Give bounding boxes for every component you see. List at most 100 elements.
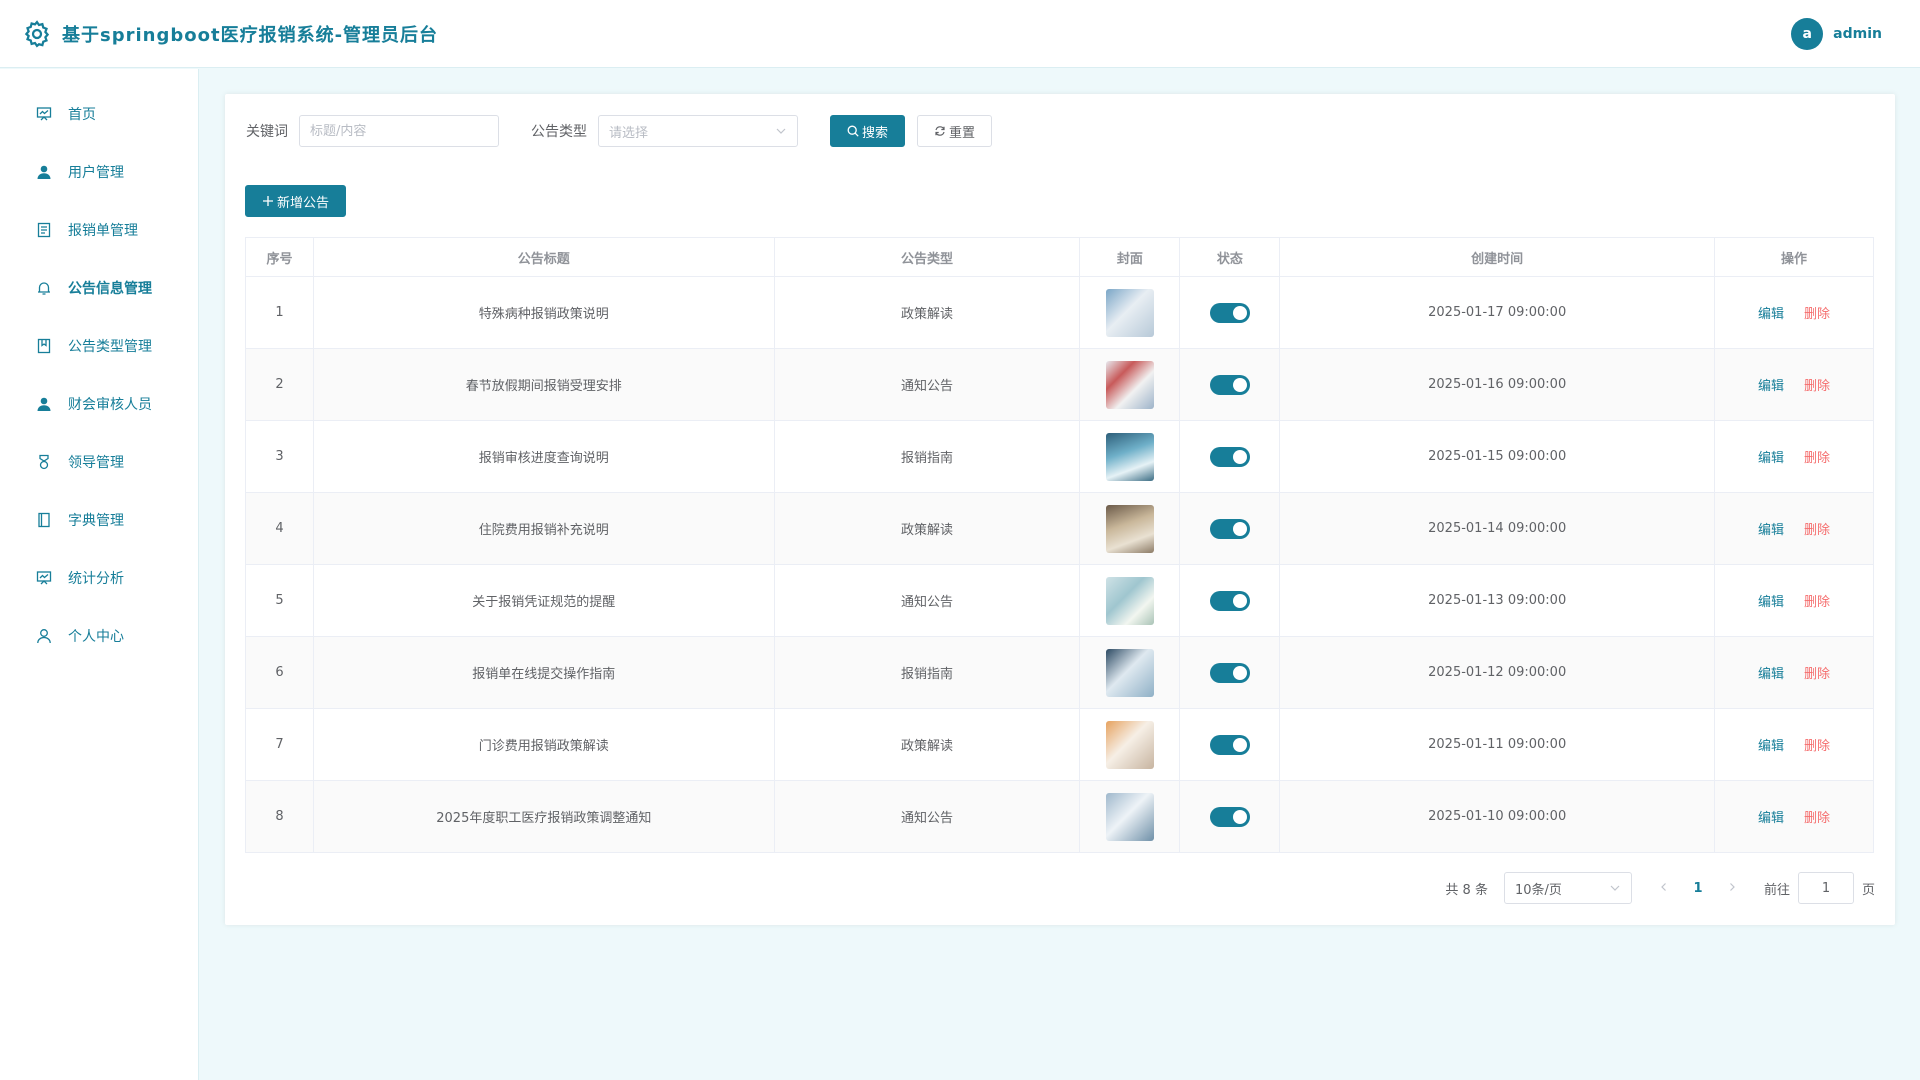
row-type: 通知公告 [773, 780, 1081, 853]
keyword-label: 关键词 [246, 124, 288, 140]
row-status-cell [1179, 780, 1281, 853]
cover-thumbnail[interactable] [1105, 720, 1154, 769]
add-button-label: 新增公告 [277, 195, 330, 211]
next-page-button[interactable] [1720, 881, 1744, 896]
type-select[interactable]: 请选择 [598, 115, 798, 147]
col-header-index: 序号 [245, 237, 314, 277]
cover-thumbnail[interactable] [1105, 360, 1154, 409]
delete-button[interactable]: 删除 [1804, 523, 1830, 538]
status-toggle[interactable] [1209, 806, 1250, 827]
refresh-icon [934, 125, 946, 137]
cover-thumbnail[interactable] [1105, 432, 1154, 481]
table-row: 1 特殊病种报销政策说明 政策解读 2025-01-17 09:00:00 编辑 删除 [245, 276, 1874, 349]
row-index: 2 [245, 348, 314, 421]
edit-button[interactable]: 编辑 [1758, 595, 1784, 610]
sidebar-item-home[interactable]: 首页 [0, 85, 198, 143]
sidebar-item-dictionary[interactable]: 字典管理 [0, 491, 198, 549]
sidebar-item-label: 报销单管理 [68, 223, 138, 239]
user-icon [36, 396, 52, 412]
status-toggle[interactable] [1209, 590, 1250, 611]
sidebar-item-statistics[interactable]: 统计分析 [0, 549, 198, 607]
row-cover-cell [1079, 492, 1181, 565]
goto-page-input[interactable] [1797, 872, 1854, 904]
status-toggle[interactable] [1209, 662, 1250, 683]
row-actions: 编辑 删除 [1714, 636, 1874, 709]
table-row: 2 春节放假期间报销受理安排 通知公告 2025-01-16 09:00:00 编辑 删除 [245, 348, 1874, 421]
user-menu[interactable]: a admin [1791, 18, 1882, 50]
chevron-right-icon [1730, 882, 1735, 891]
row-cover-cell [1079, 348, 1181, 421]
sidebar-item-profile[interactable]: 个人中心 [0, 607, 198, 665]
sidebar-item-announcements[interactable]: 公告信息管理 [0, 259, 198, 317]
delete-button[interactable]: 删除 [1804, 811, 1830, 826]
row-created: 2025-01-17 09:00:00 [1279, 276, 1716, 349]
row-cover-cell [1079, 780, 1181, 853]
edit-button[interactable]: 编辑 [1758, 379, 1784, 394]
reset-button[interactable]: 重置 [917, 115, 993, 147]
col-header-title: 公告标题 [312, 237, 775, 277]
row-created: 2025-01-10 09:00:00 [1279, 780, 1716, 853]
row-type: 通知公告 [773, 564, 1081, 637]
delete-button[interactable]: 删除 [1804, 379, 1830, 394]
search-button[interactable]: 搜索 [830, 115, 906, 147]
page-size-select[interactable]: 10条/页 [1503, 872, 1632, 904]
status-toggle[interactable] [1209, 734, 1250, 755]
status-toggle[interactable] [1209, 446, 1250, 467]
sidebar-item-announcement-types[interactable]: 公告类型管理 [0, 317, 198, 375]
delete-button[interactable]: 删除 [1804, 667, 1830, 682]
row-status-cell [1179, 564, 1281, 637]
search-icon [847, 125, 859, 137]
page-size-value: 10条/页 [1514, 882, 1562, 898]
edit-button[interactable]: 编辑 [1758, 523, 1784, 538]
add-announcement-button[interactable]: 新增公告 [245, 185, 347, 217]
avatar[interactable]: a [1791, 18, 1824, 50]
row-type: 报销指南 [773, 420, 1081, 493]
chevron-left-icon [1661, 882, 1666, 891]
user-name[interactable]: admin [1833, 26, 1882, 42]
row-title: 住院费用报销补充说明 [312, 492, 775, 565]
cover-thumbnail[interactable] [1105, 792, 1154, 841]
sidebar-item-users[interactable]: 用户管理 [0, 143, 198, 201]
status-toggle[interactable] [1209, 518, 1250, 539]
gear-icon[interactable] [22, 19, 52, 49]
table-row: 5 关于报销凭证规范的提醒 通知公告 2025-01-13 09:00:00 编辑 删除 [245, 564, 1874, 637]
search-button-label: 搜索 [862, 125, 889, 141]
total-count: 共 8 条 [1445, 882, 1488, 898]
keyword-input[interactable] [299, 115, 499, 147]
edit-button[interactable]: 编辑 [1758, 811, 1784, 826]
edit-button[interactable]: 编辑 [1758, 667, 1784, 682]
delete-button[interactable]: 删除 [1804, 307, 1830, 322]
row-cover-cell [1079, 420, 1181, 493]
app-title: 基于springboot医疗报销系统-管理员后台 [62, 24, 439, 46]
delete-button[interactable]: 删除 [1804, 739, 1830, 754]
reset-button-label: 重置 [949, 125, 976, 141]
prev-page-button[interactable] [1652, 881, 1676, 896]
status-toggle[interactable] [1209, 302, 1250, 323]
cover-thumbnail[interactable] [1105, 648, 1154, 697]
row-actions: 编辑 删除 [1714, 420, 1874, 493]
delete-button[interactable]: 删除 [1804, 595, 1830, 610]
row-cover-cell [1079, 564, 1181, 637]
row-title: 报销审核进度查询说明 [312, 420, 775, 493]
type-label: 公告类型 [531, 124, 587, 140]
page-number[interactable]: 1 [1682, 881, 1714, 896]
edit-button[interactable]: 编辑 [1758, 739, 1784, 754]
cover-thumbnail[interactable] [1105, 576, 1154, 625]
row-actions: 编辑 删除 [1714, 276, 1874, 349]
col-header-cover: 封面 [1079, 237, 1181, 277]
content-card: 关键词 公告类型 请选择 搜索 重置 新增公告 [225, 94, 1895, 925]
sidebar-item-claims[interactable]: 报销单管理 [0, 201, 198, 259]
chevron-down-icon [776, 128, 786, 134]
edit-button[interactable]: 编辑 [1758, 451, 1784, 466]
row-created: 2025-01-15 09:00:00 [1279, 420, 1716, 493]
cover-thumbnail[interactable] [1105, 288, 1154, 337]
col-header-type: 公告类型 [773, 237, 1081, 277]
cover-thumbnail[interactable] [1105, 504, 1154, 553]
row-actions: 编辑 删除 [1714, 492, 1874, 565]
status-toggle[interactable] [1209, 374, 1250, 395]
row-type: 政策解读 [773, 276, 1081, 349]
delete-button[interactable]: 删除 [1804, 451, 1830, 466]
edit-button[interactable]: 编辑 [1758, 307, 1784, 322]
sidebar-item-leaders[interactable]: 领导管理 [0, 433, 198, 491]
sidebar-item-auditors[interactable]: 财会审核人员 [0, 375, 198, 433]
